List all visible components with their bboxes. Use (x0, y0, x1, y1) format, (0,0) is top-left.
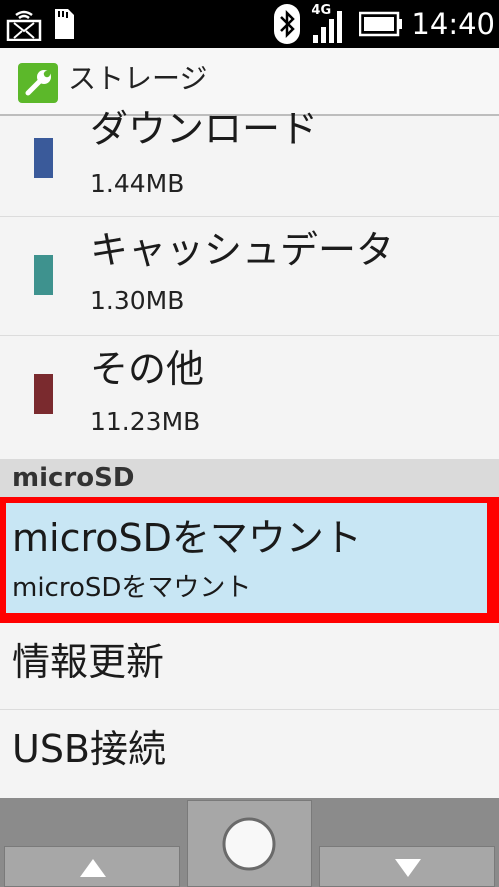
section-header-microsd: microSD (0, 459, 499, 497)
storage-item-downloads[interactable]: ダウンロード 1.44MB (0, 107, 499, 217)
color-swatch (34, 138, 53, 178)
center-select-button[interactable] (187, 800, 312, 887)
signal-icon (313, 11, 343, 43)
sd-card-icon (55, 9, 74, 39)
storage-item-cache[interactable]: キャッシュデータ 1.30MB (0, 217, 499, 336)
usb-connect-label: USB接続 (12, 727, 167, 771)
storage-item-size: 11.23MB (90, 407, 201, 436)
scroll-down-button[interactable] (319, 846, 495, 887)
refresh-info-label: 情報更新 (12, 640, 165, 684)
storage-item-name: キャッシュデータ (90, 228, 395, 272)
clock: 14:40 (411, 7, 495, 41)
mount-microsd-title: microSDをマウント (12, 516, 362, 560)
bluetooth-icon (274, 4, 301, 44)
circle-icon (222, 817, 276, 871)
storage-item-size: 1.30MB (90, 286, 185, 315)
triangle-down-icon (395, 859, 421, 877)
color-swatch (34, 374, 53, 414)
wifi-hotspot-icon (6, 10, 42, 41)
status-right-icons: 4G 14:40 (273, 0, 495, 48)
storage-item-other[interactable]: その他 11.23MB (0, 336, 499, 459)
storage-item-size: 1.44MB (90, 169, 185, 198)
bottom-nav-bar (0, 798, 499, 887)
mount-microsd-highlight: microSDをマウント microSDをマウント (0, 497, 499, 623)
refresh-info-item[interactable]: 情報更新 (0, 623, 499, 710)
scroll-up-button[interactable] (4, 846, 180, 887)
page-title: ストレージ (68, 62, 208, 95)
color-swatch (34, 255, 53, 295)
signal-indicator: 4G (309, 3, 351, 45)
storage-item-name: その他 (90, 347, 205, 391)
section-header-label: microSD (12, 463, 135, 493)
status-left-icons (6, 6, 76, 42)
status-bar: 4G 14:40 (0, 0, 499, 48)
storage-item-name: ダウンロード (90, 107, 319, 151)
mount-microsd-subtitle: microSDをマウント (12, 573, 252, 603)
battery-icon (359, 11, 403, 37)
mount-microsd-item[interactable]: microSDをマウント microSDをマウント (6, 503, 487, 613)
usb-connect-item[interactable]: USB接続 (0, 710, 499, 798)
triangle-up-icon (80, 859, 106, 877)
wrench-icon (18, 63, 58, 103)
